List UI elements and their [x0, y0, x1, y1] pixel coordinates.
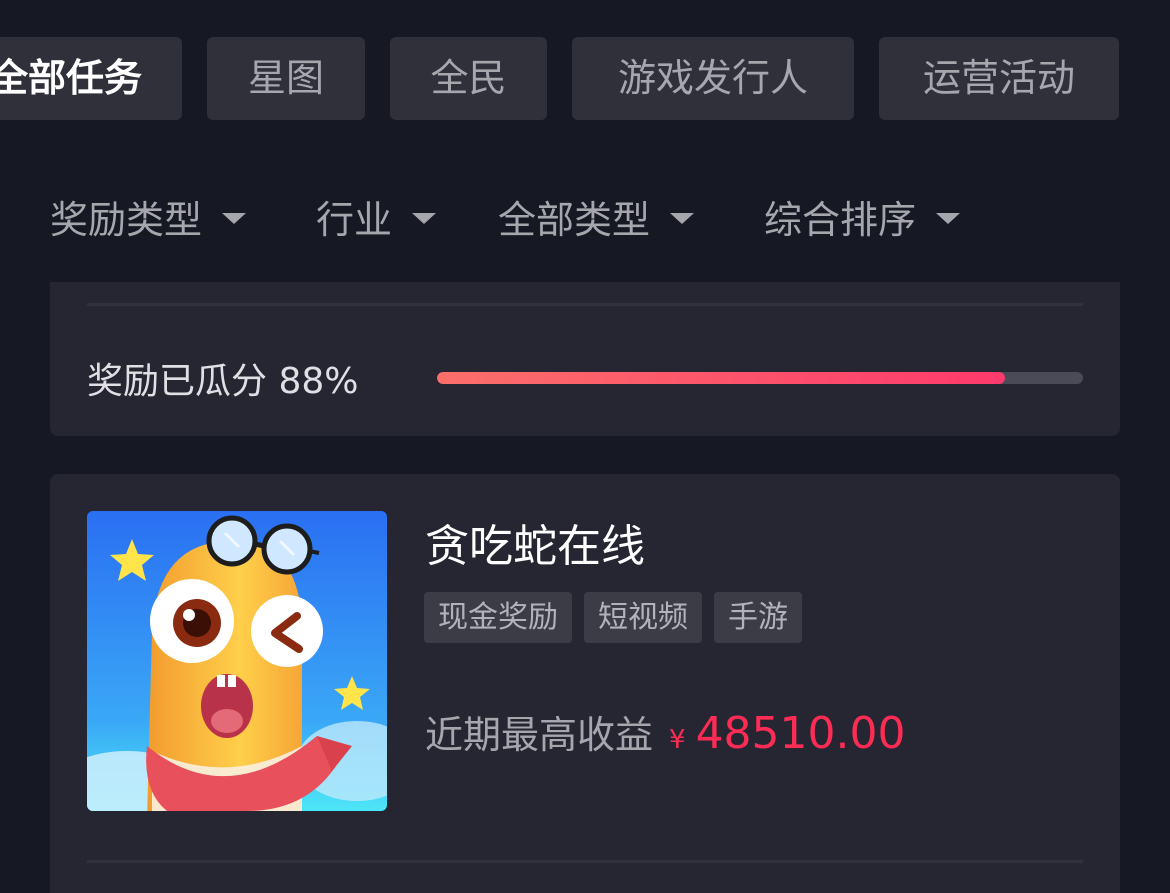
- tag-list: 现金奖励 短视频 手游: [424, 592, 802, 643]
- category-tabs: 全部任务 星图 全民 游戏发行人 运营活动: [0, 37, 1170, 121]
- filter-label: 奖励类型: [50, 197, 203, 242]
- filter-label: 全部类型: [498, 197, 651, 242]
- filter-all-types[interactable]: 全部类型: [498, 186, 695, 246]
- tab-all-tasks[interactable]: 全部任务: [0, 37, 182, 120]
- filter-label: 行业: [316, 197, 393, 242]
- snake-mascot-image: [87, 511, 387, 811]
- task-card[interactable]: 贪吃蛇在线 现金奖励 短视频 手游 近期最高收益 ¥ 48510.00: [50, 474, 1120, 893]
- caret-down-icon: [670, 212, 695, 224]
- caret-down-icon: [412, 212, 437, 224]
- filter-label: 综合排序: [764, 197, 917, 242]
- tag-short-video: 短视频: [584, 592, 702, 643]
- reward-progress-bar: [437, 372, 1083, 384]
- game-thumbnail[interactable]: [87, 511, 387, 811]
- earnings-label: 近期最高收益: [425, 713, 654, 757]
- tab-xingtu[interactable]: 星图: [207, 37, 365, 120]
- caret-down-icon: [222, 212, 247, 224]
- tab-game-publisher[interactable]: 游戏发行人: [572, 37, 854, 120]
- task-card-previous[interactable]: 奖励已瓜分 88%: [50, 282, 1120, 436]
- divider: [87, 303, 1083, 306]
- tag-cash-reward: 现金奖励: [424, 592, 572, 643]
- currency-symbol: ¥: [669, 725, 686, 755]
- tag-mobile-game: 手游: [714, 592, 802, 643]
- earnings-row: 近期最高收益 ¥ 48510.00: [425, 704, 906, 760]
- filter-bar: 奖励类型 行业 全部类型 综合排序: [0, 186, 1170, 246]
- tab-operations[interactable]: 运营活动: [879, 37, 1119, 120]
- tab-quanmin[interactable]: 全民: [390, 37, 547, 120]
- caret-down-icon: [936, 212, 961, 224]
- reward-progress-label: 奖励已瓜分 88%: [87, 361, 359, 402]
- filter-sort[interactable]: 综合排序: [764, 186, 961, 246]
- game-title[interactable]: 贪吃蛇在线: [425, 510, 645, 574]
- reward-progress-fill: [437, 372, 1006, 384]
- task-list-page: 全部任务 星图 全民 游戏发行人 运营活动 奖励类型 行业 全部类型 综合排序 …: [0, 0, 1170, 893]
- filter-industry[interactable]: 行业: [316, 186, 437, 246]
- earnings-value: 48510.00: [695, 708, 906, 759]
- divider: [87, 860, 1083, 863]
- filter-reward-type[interactable]: 奖励类型: [50, 186, 247, 246]
